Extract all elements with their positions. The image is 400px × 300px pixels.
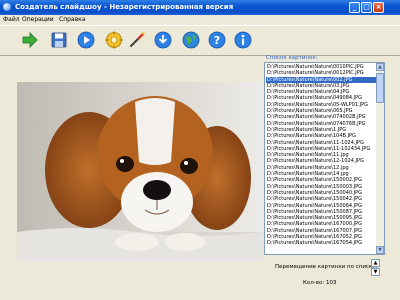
move-up-button[interactable]: ▲ xyxy=(371,259,380,267)
magic-wand-icon xyxy=(129,32,145,48)
picture-list-item[interactable]: D:\Pictures\Nature\Nature\11-1024.JPG xyxy=(266,140,376,146)
picture-list-item[interactable]: D:\Pictures\Nature\Nature\150042.JPG xyxy=(266,196,376,202)
save-button[interactable] xyxy=(49,30,69,50)
help-icon: ? xyxy=(208,31,226,49)
list-scrollbar[interactable]: ▲ ▼ xyxy=(376,63,384,254)
app-window: Создатель слайдшоу - Незарегистрированна… xyxy=(0,0,400,300)
title-bar[interactable]: Создатель слайдшоу - Незарегистрированна… xyxy=(0,0,400,15)
picture-list-item[interactable]: D:\Pictures\Nature\Nature\167000.JPG xyxy=(266,221,376,227)
download-icon xyxy=(154,31,172,49)
info-icon xyxy=(234,31,252,49)
web-button[interactable] xyxy=(181,30,201,50)
move-down-button[interactable]: ▼ xyxy=(371,268,380,276)
info-button[interactable] xyxy=(233,30,253,50)
toolbar: ? xyxy=(0,25,400,56)
picture-count: Кол-во: 103 xyxy=(303,280,337,286)
menu-operations[interactable]: Операции xyxy=(22,16,54,23)
picture-listbox[interactable]: D:\Pictures\Nature\Nature\0010PIC.JPG D:\… xyxy=(264,62,385,255)
add-button[interactable] xyxy=(20,30,40,50)
play-icon xyxy=(77,31,95,49)
scroll-thumb[interactable] xyxy=(376,73,384,103)
picture-list-item[interactable]: D:\Pictures\Nature\Nature\0012PIC.JPG xyxy=(266,70,376,76)
svg-text:?: ? xyxy=(214,34,220,47)
window-title: Создатель слайдшоу - Незарегистрированна… xyxy=(15,3,234,11)
minimize-button[interactable]: _ xyxy=(349,2,360,13)
app-icon xyxy=(3,3,11,11)
effects-button[interactable] xyxy=(127,30,147,50)
scroll-down-button[interactable]: ▼ xyxy=(376,246,384,254)
picture-list-item[interactable]: D:\Pictures\Nature\Nature\150064.JPG xyxy=(266,203,376,209)
settings-button[interactable] xyxy=(104,30,124,50)
picture-list-rows: D:\Pictures\Nature\Nature\0010PIC.JPG D:\… xyxy=(266,64,376,247)
move-picture-label: Перемещение картинки по списку: xyxy=(275,264,378,270)
picture-list-panel: Список картинок: D:\Pictures\Nature\Natu… xyxy=(264,55,385,255)
download-button[interactable] xyxy=(153,30,173,50)
close-button[interactable]: × xyxy=(373,2,384,13)
puppy-photo xyxy=(17,82,263,262)
globe-icon xyxy=(182,31,200,49)
picture-list-item[interactable]: D:\Pictures\Nature\Nature\12-1024.JPG xyxy=(266,158,376,164)
picture-list-item[interactable]: D:\Pictures\Nature\Nature\150003.JPG xyxy=(266,184,376,190)
settings-icon xyxy=(105,31,123,49)
picture-list-item[interactable]: D:\Pictures\Nature\Nature\167054.JPG xyxy=(266,240,376,246)
menu-help[interactable]: Справка xyxy=(59,16,85,23)
image-preview xyxy=(17,82,263,262)
picture-list-caption: Список картинок: xyxy=(266,55,318,61)
menu-bar: Файл Операции Справка xyxy=(0,15,400,25)
picture-list-item[interactable]: D:\Pictures\Nature\Nature\049084.JPG xyxy=(266,95,376,101)
menu-file[interactable]: Файл xyxy=(3,16,20,23)
help-button[interactable]: ? xyxy=(207,30,227,50)
play-button[interactable] xyxy=(76,30,96,50)
picture-list-item[interactable]: D:\Pictures\Nature\Nature\150002.JPG xyxy=(266,177,376,183)
save-icon xyxy=(51,32,67,48)
arrow-right-icon xyxy=(22,32,38,48)
picture-list-item[interactable]: D:\Pictures\Nature\Nature\074002B.JPG xyxy=(266,114,376,120)
maximize-button[interactable]: □ xyxy=(361,2,372,13)
scroll-up-button[interactable]: ▲ xyxy=(376,63,384,71)
